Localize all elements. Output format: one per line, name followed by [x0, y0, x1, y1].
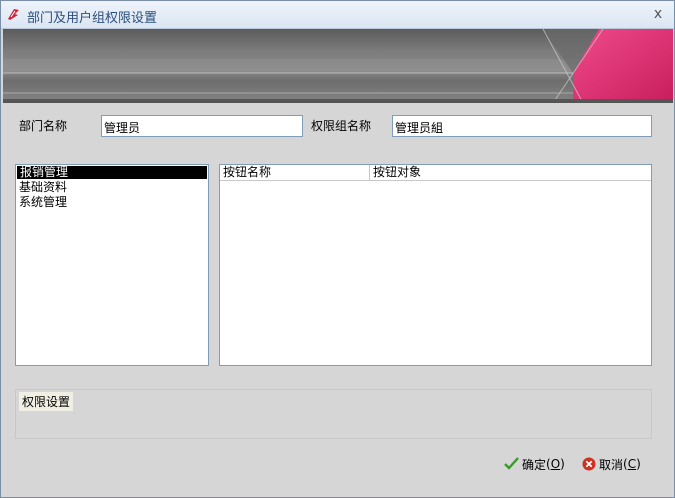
cancel-x-icon [582, 457, 596, 471]
grid-header: 按钮名称 按钮对象 [220, 165, 651, 181]
title-bar[interactable]: 部门及用户组权限设置 x [1, 1, 674, 29]
app-logo-icon [8, 9, 19, 20]
dialog-window: 部门及用户组权限设置 x 部门名称 管理员 权限组名称 管理员組 报销管理 基础… [0, 0, 675, 498]
list-item-expense-management[interactable]: 报销管理 [17, 166, 207, 179]
cancel-button-accelerator: C [627, 457, 637, 471]
permission-group-name-field[interactable]: 管理员組 [392, 115, 652, 137]
cancel-button[interactable]: 取消 (C) [582, 454, 641, 474]
department-name-field[interactable]: 管理员 [101, 115, 303, 137]
header-banner [3, 29, 673, 103]
window-title: 部门及用户组权限设置 [27, 11, 158, 26]
list-item-basic-data[interactable]: 基础资料 [16, 180, 208, 195]
module-listbox[interactable]: 报销管理 基础资料 系统管理 [15, 164, 209, 366]
cancel-button-accelerator-close: ) [636, 457, 641, 471]
ok-button-label: 确定 [522, 457, 547, 472]
department-name-label: 部门名称 [19, 119, 68, 133]
permission-settings-group: 权限设置 [15, 389, 652, 439]
permission-settings-title: 权限设置 [19, 392, 74, 411]
checkmark-icon [504, 457, 519, 470]
banner-graphic [3, 29, 673, 103]
ok-button-accelerator: O [550, 457, 561, 471]
cancel-button-label: 取消 [599, 457, 624, 472]
close-button[interactable]: x [650, 6, 666, 22]
column-header-button-object[interactable]: 按钮对象 [370, 165, 651, 181]
ok-button-accelerator-close: ) [560, 457, 565, 471]
button-permission-grid[interactable]: 按钮名称 按钮对象 [219, 164, 652, 366]
ok-button[interactable]: 确定 (O) [504, 454, 565, 474]
permission-group-name-label: 权限组名称 [311, 119, 372, 133]
list-item-system-management[interactable]: 系统管理 [16, 195, 208, 210]
column-header-button-name[interactable]: 按钮名称 [220, 165, 370, 181]
